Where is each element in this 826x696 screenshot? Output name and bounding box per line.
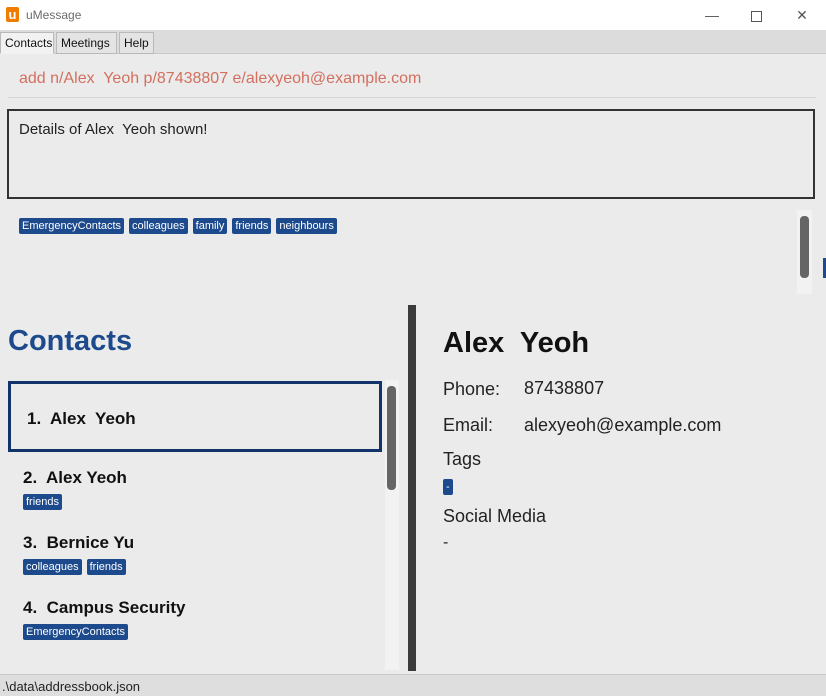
tag-chip[interactable]: colleagues xyxy=(129,218,188,234)
contact-list-item[interactable]: 2. Alex Yeoh friends xyxy=(8,457,382,519)
contact-tags: friends xyxy=(23,492,67,510)
tag-chip: colleagues xyxy=(23,559,82,575)
title-bar: u uMessage — ✕ xyxy=(0,0,826,30)
tag-chip: friends xyxy=(86,559,126,575)
result-text: Details of Alex Yeoh shown! xyxy=(19,121,208,138)
tag-chip: EmergencyContacts xyxy=(23,624,129,640)
result-display: Details of Alex Yeoh shown! xyxy=(7,109,815,199)
contact-tags: EmergencyContacts xyxy=(23,622,133,640)
contact-name: 2. Alex Yeoh xyxy=(23,468,127,487)
contact-name: 4. Campus Security xyxy=(23,598,186,617)
detail-tags: - xyxy=(443,477,458,495)
contact-list-item[interactable]: 3. Bernice Yu colleagues friends xyxy=(8,522,382,584)
tag-bar: EmergencyContacts colleagues family friends… xyxy=(19,216,342,234)
social-media-value: - xyxy=(443,534,449,551)
menu-bar: Contacts Meetings Help xyxy=(0,30,826,54)
app-logo-icon: u xyxy=(6,7,19,22)
email-label: Email: xyxy=(443,415,494,435)
command-text: add n/Alex Yeoh p/87438807 e/alexyeoh@ex… xyxy=(19,70,422,87)
tag-chip: - xyxy=(443,479,453,495)
contact-name: 1. Alex Yeoh xyxy=(27,409,136,428)
tab-help[interactable]: Help xyxy=(119,32,154,54)
contact-tags: colleagues friends xyxy=(23,557,131,575)
tags-label: Tags xyxy=(443,449,482,469)
phone-label: Phone: xyxy=(443,379,501,399)
contacts-heading: Contacts xyxy=(8,325,133,357)
tag-chip[interactable]: EmergencyContacts xyxy=(19,218,125,234)
tab-meetings[interactable]: Meetings xyxy=(56,32,117,54)
data-file-path: .\data\addressbook.json xyxy=(2,679,141,694)
contact-name: 3. Bernice Yu xyxy=(23,533,135,552)
contact-list-item[interactable]: 1. Alex Yeoh xyxy=(8,381,382,452)
status-bar: .\data\addressbook.json xyxy=(0,674,826,696)
tag-chip[interactable]: family xyxy=(192,218,228,234)
minimize-button[interactable]: — xyxy=(697,4,727,26)
social-media-label: Social Media xyxy=(443,506,547,526)
tag-bar-scrollbar[interactable] xyxy=(800,216,809,278)
panel-divider[interactable] xyxy=(408,305,416,671)
maximize-icon xyxy=(750,10,762,22)
tab-contacts[interactable]: Contacts xyxy=(0,32,54,54)
detail-name: Alex Yeoh xyxy=(443,327,590,359)
contact-list-scrollbar[interactable] xyxy=(387,386,396,490)
tag-chip[interactable]: friends xyxy=(232,218,272,234)
tag-chip[interactable]: neighbours xyxy=(276,218,337,234)
contact-list-item[interactable]: 4. Campus Security EmergencyContacts xyxy=(8,587,382,649)
command-input[interactable]: add n/Alex Yeoh p/87438807 e/alexyeoh@ex… xyxy=(8,62,816,98)
phone-value: 87438807 xyxy=(524,378,605,398)
window-title: uMessage xyxy=(26,8,82,22)
contact-list: 1. Alex Yeoh 2. Alex Yeoh friends 3. Ber… xyxy=(8,380,384,670)
email-value: alexyeoh@example.com xyxy=(524,415,722,435)
close-button[interactable]: ✕ xyxy=(787,4,817,26)
tag-chip: friends xyxy=(23,494,63,510)
maximize-button[interactable] xyxy=(741,4,771,26)
